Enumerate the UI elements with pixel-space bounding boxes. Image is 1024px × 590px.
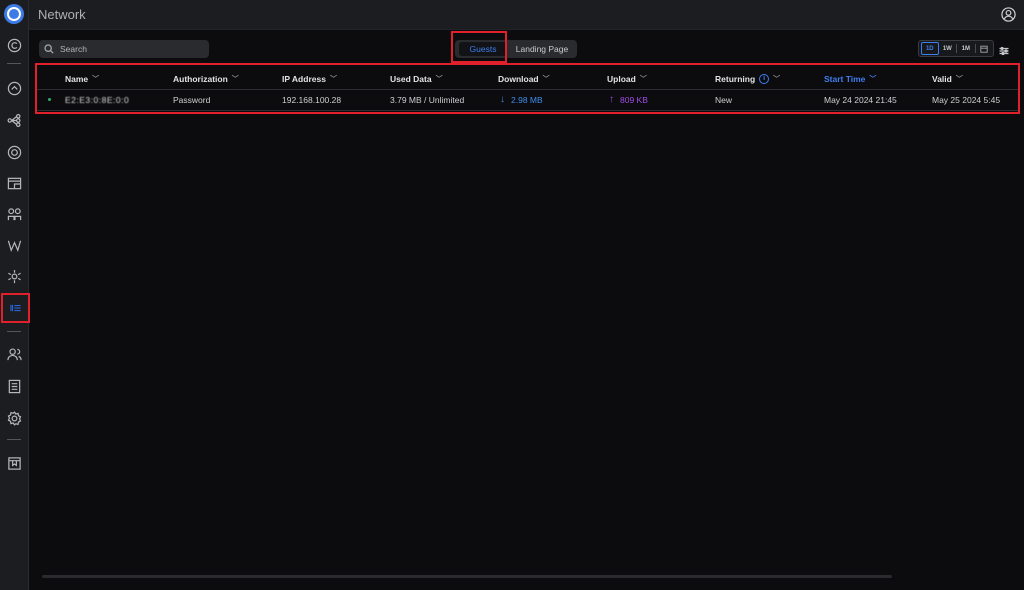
chevron-down-icon: ﹀ bbox=[435, 75, 443, 83]
time-range-selector: 1D 1W 1M bbox=[918, 40, 994, 57]
topology-icon[interactable] bbox=[4, 78, 24, 98]
page-title: Network bbox=[38, 7, 86, 22]
app-window: Ⅱ☰ Network Guests Landing Page bbox=[0, 0, 1024, 590]
chevron-down-icon: ﹀ bbox=[92, 75, 100, 83]
upload-value: 809 KB bbox=[620, 94, 648, 105]
cell-download: ↓ 2.98 MB bbox=[500, 88, 543, 111]
sidebar: Ⅱ☰ bbox=[0, 0, 30, 590]
sidebar-item-hotspot[interactable]: Ⅱ☰ bbox=[1, 293, 30, 323]
hotspot-icon: Ⅱ☰ bbox=[9, 303, 22, 313]
sidebar-divider bbox=[7, 63, 21, 64]
cell-returning: New bbox=[715, 94, 733, 105]
range-1d-button[interactable]: 1D bbox=[921, 42, 939, 55]
chevron-down-icon: ﹀ bbox=[955, 75, 963, 83]
calendar-icon[interactable] bbox=[976, 42, 994, 55]
cell-used-data: 3.79 MB / Unlimited bbox=[390, 94, 465, 105]
cell-upload: ↑ 809 KB bbox=[609, 88, 648, 111]
dashboard-icon[interactable] bbox=[4, 35, 24, 55]
vpn-icon[interactable] bbox=[4, 235, 24, 255]
column-header-returning[interactable]: Returning i ﹀ bbox=[715, 67, 780, 90]
settings-icon[interactable] bbox=[4, 266, 24, 286]
chevron-down-icon: ﹀ bbox=[231, 75, 239, 83]
release-notes-icon[interactable] bbox=[4, 453, 24, 473]
app-logo[interactable] bbox=[4, 4, 24, 24]
info-icon[interactable]: i bbox=[759, 73, 770, 84]
column-header-name[interactable]: Name ﹀ bbox=[65, 67, 99, 90]
search-box[interactable] bbox=[39, 40, 209, 58]
cell-start-time: May 24 2024 21:45 bbox=[824, 94, 897, 105]
guests-tab-highlight bbox=[451, 31, 507, 63]
range-1m-button[interactable]: 1M bbox=[957, 42, 975, 55]
horizontal-scrollbar[interactable] bbox=[42, 575, 892, 578]
chevron-down-icon: ﹀ bbox=[639, 75, 647, 83]
cell-ip: 192.168.100.28 bbox=[282, 94, 342, 105]
online-status-dot bbox=[48, 98, 51, 101]
column-header-download[interactable]: Download ﹀ bbox=[498, 67, 550, 90]
column-header-used-data[interactable]: Used Data ﹀ bbox=[390, 67, 443, 90]
system-settings-icon[interactable] bbox=[4, 408, 24, 428]
column-header-ip[interactable]: IP Address ﹀ bbox=[282, 67, 337, 90]
user-account-icon[interactable] bbox=[1001, 7, 1016, 22]
column-header-valid[interactable]: Valid ﹀ bbox=[932, 67, 963, 90]
users-icon[interactable] bbox=[4, 344, 24, 364]
search-icon bbox=[44, 44, 54, 54]
top-header: Network bbox=[29, 0, 1024, 30]
chevron-down-icon: ﹀ bbox=[773, 75, 781, 83]
column-header-authorization[interactable]: Authorization ﹀ bbox=[173, 67, 239, 90]
column-header-upload[interactable]: Upload ﹀ bbox=[607, 67, 647, 90]
sidebar-divider bbox=[7, 439, 21, 440]
column-settings-icon[interactable] bbox=[999, 43, 1009, 56]
cell-name: E2:E3:0:8E:0:0 bbox=[65, 94, 130, 105]
chevron-down-icon: ﹀ bbox=[542, 75, 550, 83]
clients-icon[interactable] bbox=[4, 142, 24, 162]
arrow-up-icon: ↑ bbox=[609, 94, 614, 105]
chevron-down-icon: ﹀ bbox=[869, 75, 877, 83]
logs-icon[interactable] bbox=[4, 376, 24, 396]
statistics-icon[interactable] bbox=[4, 173, 24, 193]
devices-icon[interactable] bbox=[4, 110, 24, 130]
download-value: 2.98 MB bbox=[511, 94, 543, 105]
table-row[interactable]: E2:E3:0:8E:0:0 Password 192.168.100.28 3… bbox=[37, 88, 1018, 111]
tab-landing-page[interactable]: Landing Page bbox=[508, 40, 576, 58]
cell-valid: May 25 2024 5:45 bbox=[932, 94, 1001, 105]
sidebar-divider bbox=[7, 331, 21, 332]
search-input[interactable] bbox=[60, 44, 200, 54]
insights-icon[interactable] bbox=[4, 204, 24, 224]
arrow-down-icon: ↓ bbox=[500, 94, 505, 105]
guests-table: Name ﹀ Authorization ﹀ IP Address ﹀ Used Da… bbox=[35, 63, 1020, 114]
range-1w-button[interactable]: 1W bbox=[939, 42, 957, 55]
cell-authorization: Password bbox=[173, 94, 211, 105]
column-header-start-time[interactable]: Start Time ﹀ bbox=[824, 67, 876, 90]
table-header: Name ﹀ Authorization ﹀ IP Address ﹀ Used Da… bbox=[37, 67, 1018, 90]
chevron-down-icon: ﹀ bbox=[329, 75, 337, 83]
